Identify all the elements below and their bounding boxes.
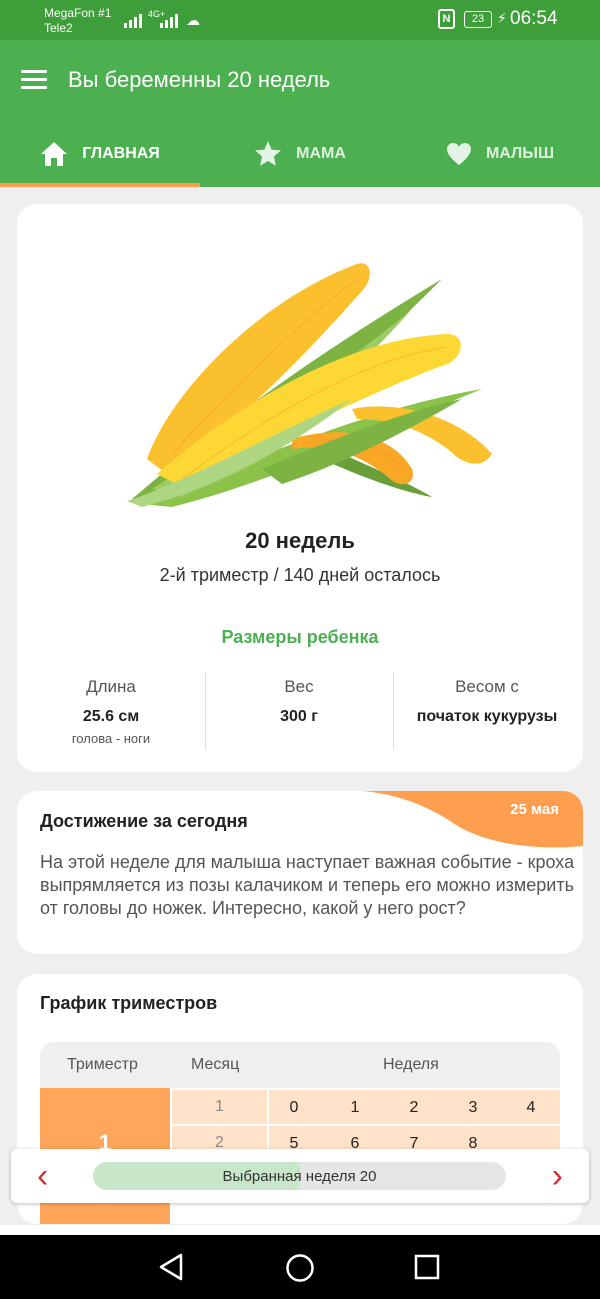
- clock: 06:54: [510, 8, 558, 29]
- achievement-text: На этой неделе для малыша наступает важн…: [40, 852, 575, 918]
- week-cell[interactable]: 2: [404, 1099, 424, 1117]
- menu-icon[interactable]: [21, 70, 47, 90]
- tab-baby[interactable]: МАЛЫШ: [400, 120, 600, 187]
- week-cell[interactable]: 4: [521, 1099, 541, 1117]
- bottom-spacer: [0, 1225, 600, 1235]
- app-bar: Вы беременны 20 недель: [0, 40, 600, 120]
- next-week-button[interactable]: ›: [552, 1157, 563, 1195]
- page-title: Вы беременны 20 недель: [68, 67, 331, 92]
- home-icon: [41, 141, 68, 166]
- trimester-title: График триместров: [40, 993, 218, 1013]
- achievement-date: 25 мая: [510, 801, 559, 818]
- stat-value: початок кукурузы: [416, 708, 558, 725]
- week-cell[interactable]: 3: [463, 1099, 483, 1117]
- tab-home-label: ГЛАВНАЯ: [82, 144, 160, 162]
- home-nav-icon[interactable]: [285, 1253, 315, 1283]
- star-icon: [255, 141, 282, 166]
- header-month: Месяц: [191, 1056, 240, 1073]
- week-row: 0 1 2 3 4: [269, 1090, 560, 1124]
- achievement-card: 25 мая Достижение за сегодня На этой нед…: [17, 791, 583, 954]
- month-cell[interactable]: 1: [172, 1090, 267, 1124]
- stat-value: 25.6 см: [82, 708, 140, 725]
- heart-icon: [446, 142, 471, 165]
- selected-week-label: Выбранная неделя 20: [222, 1168, 377, 1185]
- tab-baby-label: МАЛЫШ: [485, 144, 555, 162]
- header-trimester: Триместр: [67, 1056, 138, 1073]
- size-stats: Длина 25.6 см голова - ноги Вес 300 г Ве…: [17, 672, 583, 750]
- stat-label: Вес: [284, 677, 314, 696]
- signal-2-icon: [160, 12, 178, 28]
- carrier-1: MegaFon #1: [44, 6, 112, 20]
- nfc-icon: N: [438, 9, 455, 29]
- status-bar: MegaFon #1 Tele2 4G+ ☁ N 23 ⚡ 06:54: [0, 0, 600, 40]
- week-progress-bar[interactable]: Выбранная неделя 20: [93, 1162, 506, 1190]
- stat-weight: Вес 300 г: [205, 672, 393, 750]
- achievement-title: Достижение за сегодня: [40, 811, 248, 831]
- stat-label: Длина: [86, 677, 136, 696]
- week-cell[interactable]: 1: [345, 1099, 365, 1117]
- tab-mom[interactable]: МАМА: [200, 120, 400, 187]
- stat-note: голова - ноги: [71, 731, 151, 746]
- header-week: Неделя: [383, 1056, 439, 1073]
- prev-week-button[interactable]: ‹: [37, 1157, 48, 1195]
- stat-value: 300 г: [280, 708, 318, 725]
- week-cell[interactable]: 0: [284, 1099, 304, 1117]
- week-subtitle: 2-й триместр / 140 дней осталось: [159, 565, 441, 585]
- stat-length: Длина 25.6 см голова - ноги: [17, 674, 205, 750]
- week-selector: ‹ Выбранная неделя 20 ›: [11, 1149, 589, 1203]
- stat-comparison: Весом с початок кукурузы: [393, 672, 581, 750]
- week-card: 20 недель 2-й триместр / 140 дней остало…: [17, 204, 583, 772]
- week-title: 20 недель: [245, 528, 355, 553]
- tab-home[interactable]: ГЛАВНАЯ: [0, 120, 200, 187]
- corn-image: [127, 263, 492, 507]
- carrier-info: MegaFon #1 Tele2: [44, 6, 111, 36]
- tab-bar: ГЛАВНАЯ МАМА МАЛЫШ: [0, 120, 600, 187]
- charging-icon: ⚡: [497, 10, 507, 26]
- back-icon[interactable]: [158, 1253, 184, 1281]
- table-header: Триместр Месяц Неделя: [40, 1042, 560, 1088]
- carrier-2: Tele2: [44, 21, 73, 35]
- cloud-icon: ☁: [186, 12, 200, 28]
- signal-icon: [124, 12, 142, 28]
- system-nav-bar: [0, 1235, 600, 1299]
- recents-icon[interactable]: [413, 1253, 441, 1281]
- tab-mom-label: МАМА: [296, 144, 346, 162]
- battery-icon: 23: [464, 11, 492, 28]
- stat-label: Весом с: [455, 677, 519, 696]
- sizes-title: Размеры ребенка: [221, 627, 379, 647]
